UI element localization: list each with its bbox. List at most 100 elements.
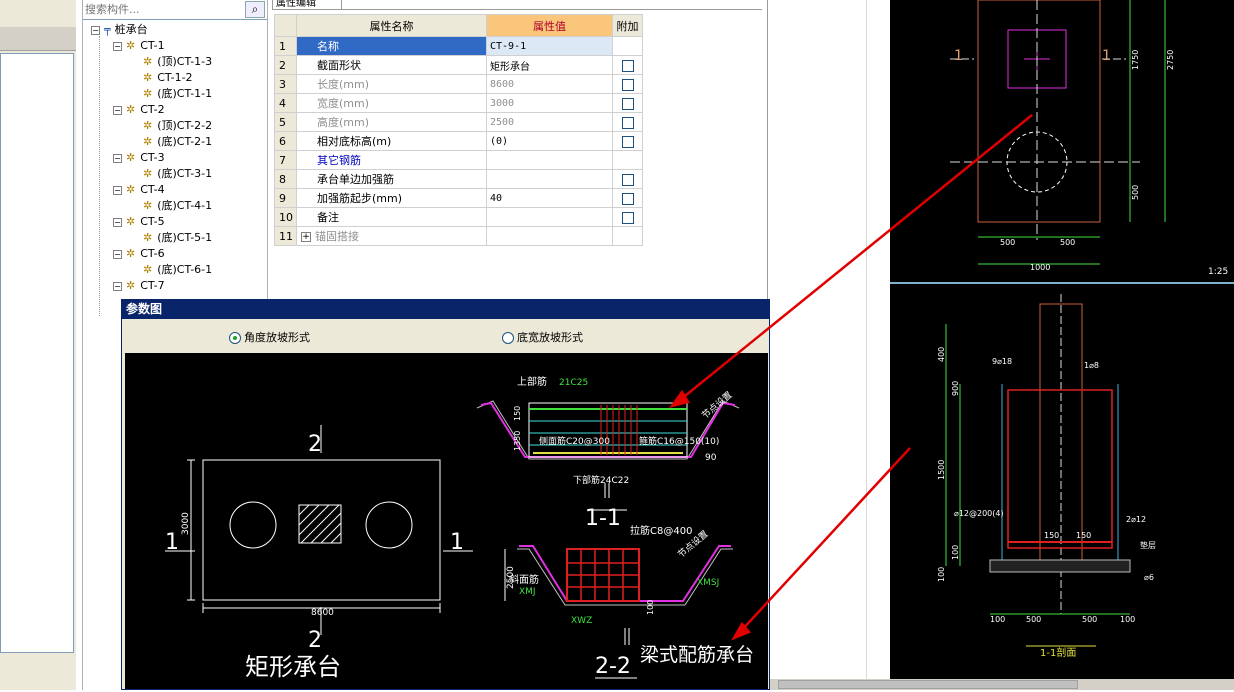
radio-angle-slope[interactable]: 角度放坡形式 [229, 329, 310, 345]
horizontal-scrollbar[interactable] [770, 679, 1234, 690]
plan-label-top: 2 [308, 432, 322, 457]
extra-checkbox[interactable] [621, 78, 634, 91]
plan-caption: 矩形承台 [245, 653, 341, 681]
extra-checkbox[interactable] [621, 116, 634, 129]
property-extra [612, 150, 643, 170]
tree-leaf[interactable]: ✲ (底)CT-2-1 [143, 134, 212, 150]
property-row[interactable]: 9 加强筋起步(mm) 40 [274, 188, 643, 208]
collapse-icon[interactable]: − [113, 153, 122, 163]
plan-dim-height: 3000 [181, 512, 191, 535]
tree-group[interactable]: − ✲ CT-6 [113, 246, 165, 262]
extra-checkbox[interactable] [621, 97, 634, 110]
expand-icon[interactable]: + [301, 232, 311, 242]
tree-node-label: CT-6 [140, 247, 165, 260]
property-value[interactable]: 矩形承台 [486, 55, 613, 75]
tree-group[interactable]: − ✲ CT-4 [113, 182, 165, 198]
property-row[interactable]: 3 长度(mm) 8600 [274, 74, 643, 94]
property-name: 名称 [296, 36, 487, 56]
property-row[interactable]: 4 宽度(mm) 3000 [274, 93, 643, 113]
property-value[interactable]: 40 [486, 188, 613, 208]
search-box: ⌕ [83, 0, 267, 20]
pile-cap-component-icon: ✲ [143, 87, 153, 100]
left-panel-list[interactable] [0, 53, 74, 653]
property-value[interactable]: 2500 [486, 112, 613, 132]
property-value[interactable] [486, 150, 613, 170]
tie-bar-label: 拉筋C8@400 [630, 524, 692, 537]
property-row[interactable]: 8 承台单边加强筋 [274, 169, 643, 189]
tree-leaf[interactable]: ✲ (底)CT-3-1 [143, 166, 212, 182]
pile-cap-component-icon: ✲ [126, 103, 136, 116]
collapse-icon[interactable]: − [113, 217, 122, 227]
property-row[interactable]: 10 备注 [274, 207, 643, 227]
property-row[interactable]: 2 截面形状 矩形承台 [274, 55, 643, 75]
scrollbar-thumb[interactable] [778, 680, 1078, 689]
radio-unselected-icon[interactable] [502, 332, 514, 344]
tree-leaf[interactable]: ✲ (底)CT-6-1 [143, 262, 212, 278]
radio-selected-icon[interactable] [229, 332, 241, 344]
tree-leaf[interactable]: ✲ CT-1-2 [143, 70, 193, 86]
tree-leaf[interactable]: ✲ (底)CT-1-1 [143, 86, 212, 102]
property-value[interactable]: CT-9-1 [486, 36, 613, 56]
cad-dim-b3: 500 [1082, 615, 1097, 624]
row-number: 4 [274, 93, 297, 113]
collapse-icon[interactable]: − [113, 249, 122, 259]
collapse-icon[interactable]: − [91, 25, 100, 35]
extra-checkbox[interactable] [621, 211, 634, 224]
extra-checkbox[interactable] [621, 135, 634, 148]
tree-node-label: CT-1 [140, 39, 165, 52]
tree-leaf[interactable]: ✲ (底)CT-5-1 [143, 230, 212, 246]
cad-dim-d3: 1500 [937, 460, 946, 480]
extra-checkbox[interactable] [621, 192, 634, 205]
cad-dim-inner1: 150 [1044, 531, 1059, 540]
pile-cap-icon: ╤ [104, 23, 111, 36]
property-value[interactable] [486, 207, 613, 227]
tree-root[interactable]: − ╤ 桩承台 [91, 22, 148, 38]
collapse-icon[interactable]: − [113, 281, 122, 291]
tree-group[interactable]: − ✲ CT-1 [113, 38, 165, 54]
tree-group[interactable]: − ✲ CT-2 [113, 102, 165, 118]
property-row[interactable]: 7 其它钢筋 [274, 150, 643, 170]
column-header-extra: 附加 [612, 14, 643, 37]
property-row[interactable]: 11 + 锚固搭接 [274, 226, 643, 246]
radio-row: 角度放坡形式 底宽放坡形式 [122, 319, 769, 353]
plan-view: 2 2 1 1 8600 3000 矩形承台 [165, 425, 473, 681]
property-extra [612, 169, 643, 189]
row-number: 2 [274, 55, 297, 75]
search-icon[interactable]: ⌕ [245, 1, 265, 18]
tree-leaf[interactable]: ✲ (底)CT-4-1 [143, 198, 212, 214]
pile-cap-component-icon: ✲ [143, 119, 153, 132]
property-name: + 锚固搭接 [296, 226, 487, 246]
tree-group[interactable]: − ✲ CT-3 [113, 150, 165, 166]
property-value[interactable] [486, 226, 613, 246]
property-name: 高度(mm) [296, 112, 487, 132]
collapse-icon[interactable]: − [113, 105, 122, 115]
collapse-icon[interactable]: − [113, 41, 122, 51]
property-value[interactable]: 8600 [486, 74, 613, 94]
tree-leaf[interactable]: ✲ (顶)CT-2-2 [143, 118, 212, 134]
search-input[interactable] [85, 0, 235, 18]
tree-leaf[interactable]: ✲ (顶)CT-1-3 [143, 54, 212, 70]
extra-checkbox[interactable] [621, 173, 634, 186]
property-value[interactable]: (0) [486, 131, 613, 151]
collapse-icon[interactable]: − [113, 185, 122, 195]
cad-dim-d4: 100 [951, 545, 960, 560]
tree-group[interactable]: − ✲ CT-7 [113, 278, 165, 294]
tree-group[interactable]: − ✲ CT-5 [113, 214, 165, 230]
pile-cap-component-icon: ✲ [126, 183, 136, 196]
pile-cap-component-icon: ✲ [143, 199, 153, 212]
property-value[interactable]: 3000 [486, 93, 613, 113]
property-extra [612, 188, 643, 208]
plan-dim-width: 8600 [311, 608, 334, 618]
radio-width-slope[interactable]: 底宽放坡形式 [502, 329, 583, 345]
tab-property-edit[interactable]: 属性编辑 [272, 0, 342, 10]
property-row[interactable]: 6 相对底标高(m) (0) [274, 131, 643, 151]
plan-label-left: 1 [165, 530, 179, 555]
property-row[interactable]: 5 高度(mm) 2500 [274, 112, 643, 132]
corner-cell [274, 14, 297, 37]
property-row[interactable]: 1 名称 CT-9-1 [274, 36, 643, 56]
property-extra [612, 93, 643, 113]
tree-root-label: 桩承台 [114, 23, 148, 36]
property-value[interactable] [486, 169, 613, 189]
pile-cap-component-icon: ✲ [126, 247, 136, 260]
extra-checkbox[interactable] [621, 59, 634, 72]
